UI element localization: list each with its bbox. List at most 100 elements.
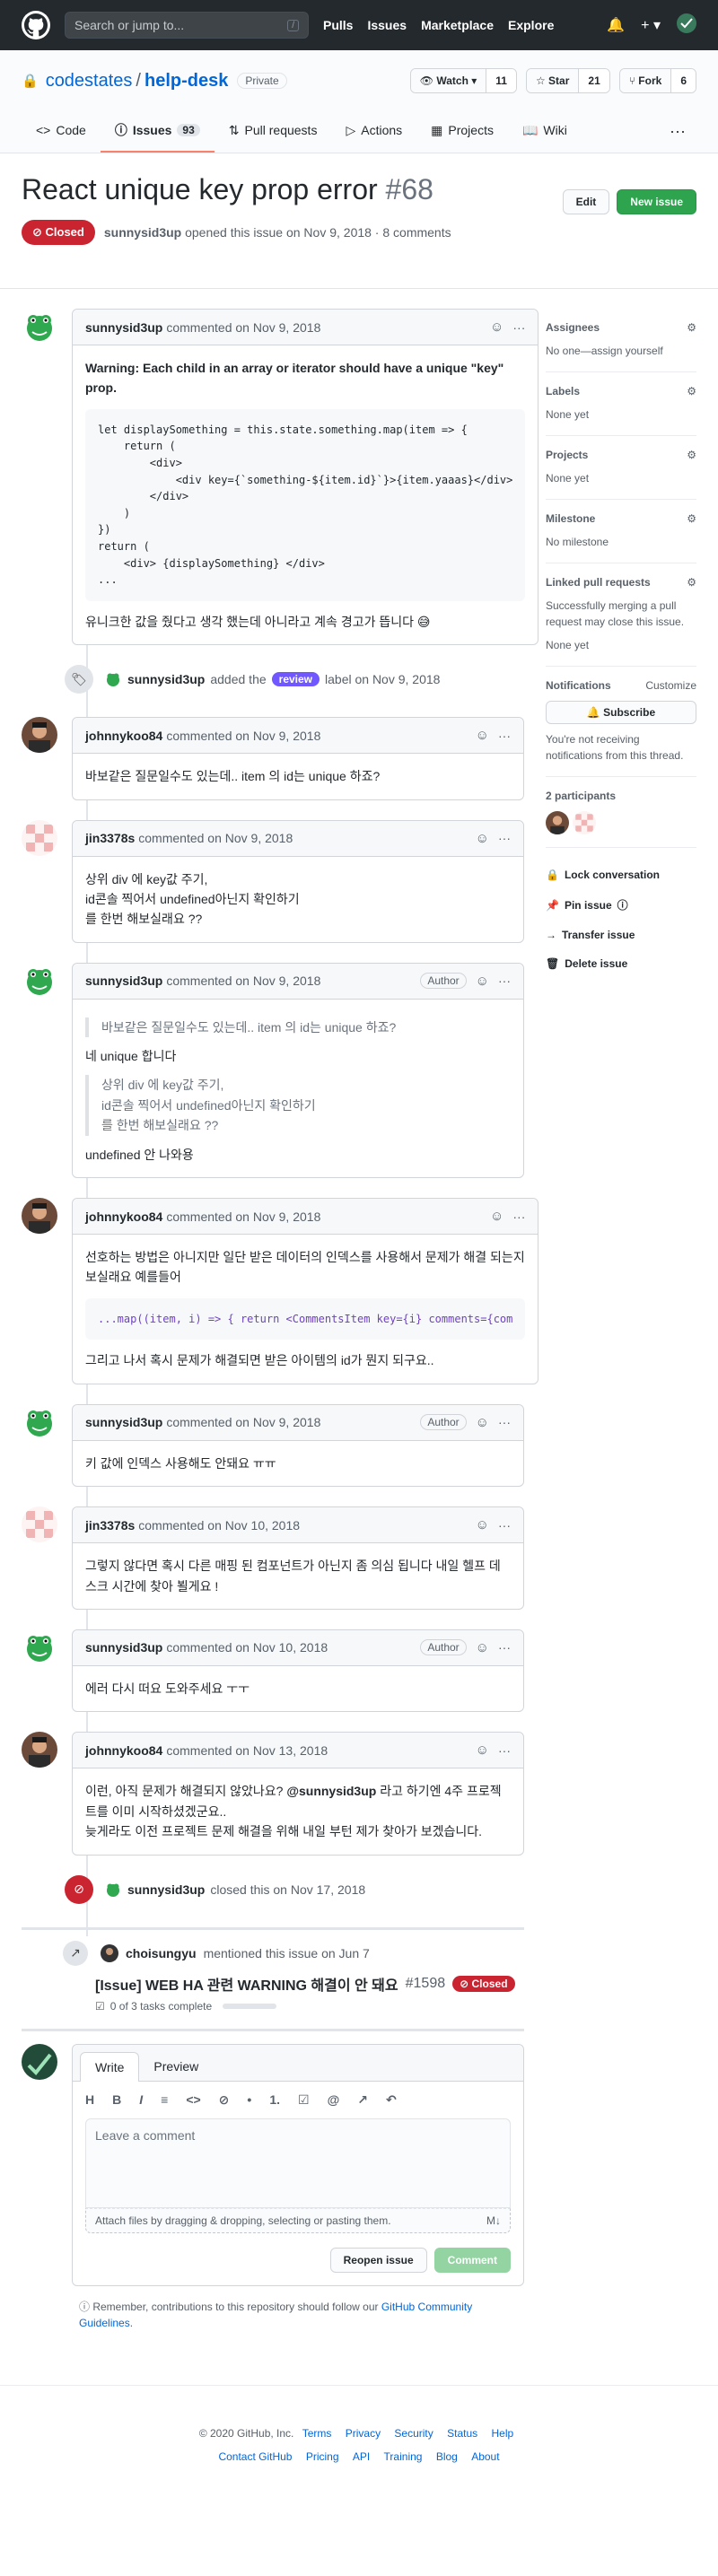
comment-date[interactable]: commented on Nov 9, 2018 xyxy=(166,974,320,988)
fork-count[interactable]: 6 xyxy=(670,69,696,92)
heading-icon[interactable]: H xyxy=(85,2092,94,2108)
footer-link-api[interactable]: API xyxy=(353,2450,370,2463)
footer-link-help[interactable]: Help xyxy=(492,2427,514,2440)
gear-icon[interactable]: ⚙ xyxy=(687,512,696,525)
tab-issues[interactable]: ⓘ Issues 93 xyxy=(100,109,215,153)
comment-date[interactable]: commented on Nov 9, 2018 xyxy=(166,320,320,335)
kebab-horizontal-icon[interactable]: ··· xyxy=(498,974,511,988)
watch-count[interactable]: 11 xyxy=(486,69,516,92)
fork-button[interactable]: ⑂ Fork 6 xyxy=(618,68,696,93)
user-mention-link[interactable]: @sunnysid3up xyxy=(286,1784,376,1798)
comment-date[interactable]: commented on Nov 9, 2018 xyxy=(166,1209,320,1224)
kebab-horizontal-icon[interactable]: ··· xyxy=(498,1518,511,1533)
sidebar-milestone[interactable]: Milestone ⚙ No milestone xyxy=(546,500,696,563)
footer-link-training[interactable]: Training xyxy=(384,2450,423,2463)
tab-wiki[interactable]: 📖 Wiki xyxy=(508,109,582,153)
comment-date[interactable]: commented on Nov 10, 2018 xyxy=(138,1518,300,1533)
task-list-icon[interactable]: ☑ xyxy=(298,2092,310,2108)
star-count[interactable]: 21 xyxy=(578,69,609,92)
avatar[interactable] xyxy=(546,811,569,834)
quote-icon[interactable]: ≡ xyxy=(161,2092,168,2108)
smiley-icon[interactable]: ☺ xyxy=(476,1415,489,1430)
edit-button[interactable]: Edit xyxy=(562,189,610,214)
star-button[interactable]: ☆ Star 21 xyxy=(525,68,610,93)
comment-author[interactable]: johnnykoo84 xyxy=(85,1743,162,1758)
avatar[interactable] xyxy=(22,1198,57,1235)
assignees-value[interactable]: No one—assign yourself xyxy=(546,343,696,359)
nav-marketplace[interactable]: Marketplace xyxy=(421,18,494,32)
review-label[interactable]: review xyxy=(271,672,320,687)
kebab-horizontal-icon[interactable]: ··· xyxy=(512,1209,525,1224)
avatar[interactable] xyxy=(101,1943,118,1962)
user-avatar-menu[interactable] xyxy=(677,13,696,38)
footer-link-terms[interactable]: Terms xyxy=(302,2427,332,2440)
smiley-icon[interactable]: ☺ xyxy=(476,1640,489,1655)
kebab-horizontal-icon[interactable]: ··· xyxy=(498,831,511,845)
avatar[interactable] xyxy=(22,1629,57,1665)
gear-icon[interactable]: ⚙ xyxy=(687,576,696,589)
lock-conversation-button[interactable]: 🔒 Lock conversation xyxy=(546,860,696,889)
more-tabs-icon[interactable]: ··· xyxy=(659,109,696,153)
kebab-horizontal-icon[interactable]: ··· xyxy=(498,1640,511,1655)
code-icon[interactable]: <> xyxy=(186,2092,200,2108)
avatar[interactable] xyxy=(22,1732,57,1768)
sidebar-projects[interactable]: Projects ⚙ None yet xyxy=(546,436,696,500)
comment-author[interactable]: sunnysid3up xyxy=(85,1640,162,1655)
tab-code[interactable]: <> Code xyxy=(22,109,101,153)
footer-link-privacy[interactable]: Privacy xyxy=(346,2427,381,2440)
italic-icon[interactable]: I xyxy=(139,2092,143,2108)
comment-author[interactable]: sunnysid3up xyxy=(85,1415,162,1429)
footer-link-about[interactable]: About xyxy=(471,2450,499,2463)
footer-link-security[interactable]: Security xyxy=(394,2427,433,2440)
tab-write[interactable]: Write xyxy=(80,2051,140,2082)
pin-issue-button[interactable]: 📌 Pin issue ⓘ xyxy=(546,889,696,921)
search-input[interactable]: Search or jump to... / xyxy=(65,12,309,39)
smiley-icon[interactable]: ☺ xyxy=(476,728,489,743)
avatar[interactable] xyxy=(573,811,596,834)
github-logo-icon[interactable] xyxy=(22,11,50,39)
smiley-icon[interactable]: ☺ xyxy=(476,974,489,989)
avatar[interactable] xyxy=(104,1880,122,1899)
comment-date[interactable]: commented on Nov 10, 2018 xyxy=(166,1640,328,1655)
smiley-icon[interactable]: ☺ xyxy=(476,831,489,846)
smiley-icon[interactable]: ☺ xyxy=(490,319,503,335)
comment-button[interactable]: Comment xyxy=(433,2247,511,2273)
avatar[interactable] xyxy=(22,2043,57,2080)
avatar[interactable] xyxy=(22,309,57,345)
sidebar-assignees[interactable]: Assignees ⚙ No one—assign yourself xyxy=(546,309,696,372)
gear-icon[interactable]: ⚙ xyxy=(687,449,696,461)
cross-reference-icon[interactable]: ↗ xyxy=(357,2092,368,2108)
new-issue-button[interactable]: New issue xyxy=(617,189,696,214)
referenced-issue[interactable]: [Issue] WEB HA 관련 WARNING 해결이 안 돼요 #1598… xyxy=(95,1973,524,1995)
footer-link-pricing[interactable]: Pricing xyxy=(306,2450,339,2463)
comment-date[interactable]: commented on Nov 9, 2018 xyxy=(166,729,320,743)
tab-preview[interactable]: Preview xyxy=(139,2052,213,2081)
nav-pulls[interactable]: Pulls xyxy=(323,18,353,32)
bold-icon[interactable]: B xyxy=(112,2092,121,2108)
comment-author[interactable]: sunnysid3up xyxy=(85,974,162,988)
unordered-list-icon[interactable]: • xyxy=(247,2092,251,2108)
transfer-issue-button[interactable]: → Transfer issue xyxy=(546,921,696,949)
comment-date[interactable]: commented on Nov 9, 2018 xyxy=(166,1415,320,1429)
avatar[interactable] xyxy=(22,819,57,856)
smiley-icon[interactable]: ☺ xyxy=(476,1742,489,1758)
comment-date[interactable]: commented on Nov 13, 2018 xyxy=(166,1743,328,1758)
comment-author[interactable]: sunnysid3up xyxy=(85,320,162,335)
kebab-horizontal-icon[interactable]: ··· xyxy=(512,320,525,335)
gear-icon[interactable]: ⚙ xyxy=(687,385,696,397)
sidebar-labels[interactable]: Labels ⚙ None yet xyxy=(546,372,696,436)
referenced-issue-title[interactable]: [Issue] WEB HA 관련 WARNING 해결이 안 돼요 xyxy=(95,1973,398,1995)
file-attachment[interactable]: Attach files by dragging & dropping, sel… xyxy=(85,2207,511,2233)
customize-link[interactable]: Customize xyxy=(645,679,696,692)
watch-button[interactable]: 👁 Watch ▾ 11 xyxy=(409,68,517,93)
event-actor[interactable]: sunnysid3up xyxy=(127,1882,205,1897)
event-actor[interactable]: sunnysid3up xyxy=(127,672,205,686)
subscribe-button[interactable]: 🔔 Subscribe xyxy=(546,701,696,724)
issue-author-link[interactable]: sunnysid3up xyxy=(104,225,181,240)
repo-name-link[interactable]: help-desk xyxy=(144,71,228,92)
footer-link-contact[interactable]: Contact GitHub xyxy=(218,2450,292,2463)
ordered-list-icon[interactable]: 1. xyxy=(269,2092,280,2108)
comment-textarea[interactable]: Leave a comment xyxy=(85,2118,511,2208)
avatar[interactable] xyxy=(22,1403,57,1440)
tab-projects[interactable]: ▦ Projects xyxy=(416,109,508,153)
